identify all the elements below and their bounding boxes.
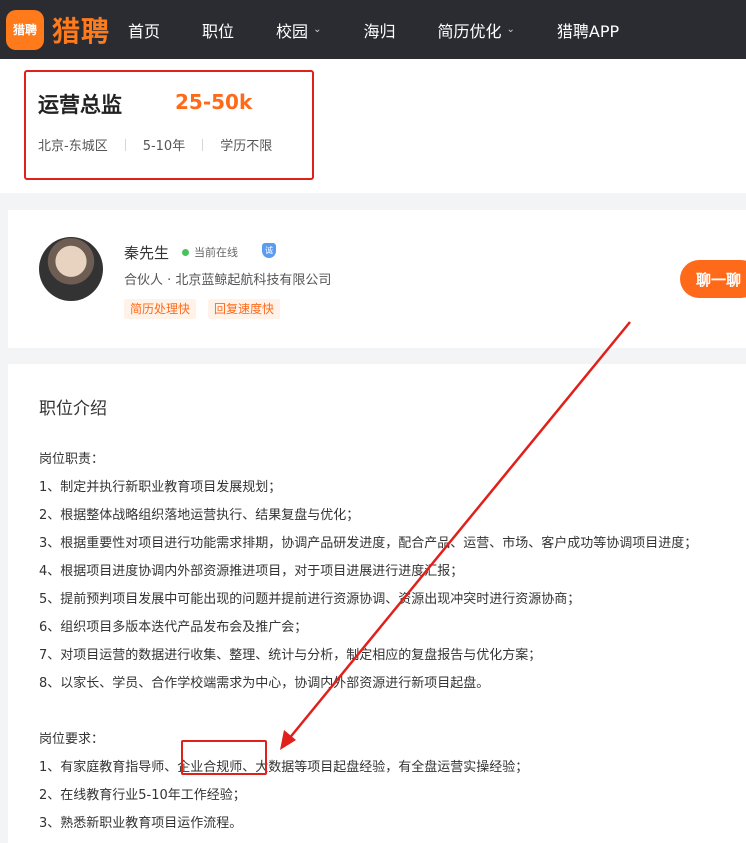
nav-item-app[interactable]: 猎聘APP: [557, 18, 619, 42]
nav-label: 职位: [202, 21, 235, 41]
recruiter-name: 秦先生: [124, 244, 170, 262]
nav-label: 猎聘APP: [556, 21, 620, 41]
annotation-box-highlight: [181, 740, 267, 775]
recruiter-company: 合伙人 · 北京蓝鲸起航科技有限公司: [124, 273, 332, 288]
job-meta: 北京-东城区 5-10年 学历不限: [38, 135, 272, 154]
avatar[interactable]: [39, 237, 103, 301]
job-header: 运营总监 25-50k 北京-东城区 5-10年 学历不限: [0, 59, 746, 193]
job-description: 职位介绍 岗位职责： 1、制定并执行新职业教育项目发展规划； 2、根据整体战略组…: [8, 364, 746, 843]
requirement-item: 3、熟悉新职业教育项目运作流程。: [39, 816, 243, 831]
duty-item: 2、根据整体战略组织落地运营执行、结果复盘与优化；: [39, 508, 360, 523]
job-education: 学历不限: [220, 139, 273, 154]
chevron-down-icon: ⌄: [506, 24, 515, 35]
verified-shield-icon: 诚: [262, 243, 276, 258]
job-experience: 5-10年: [142, 139, 186, 154]
duty-item: 8、以家长、学员、合作学校端需求为中心，协调内外部资源进行新项目起盘。: [39, 676, 490, 691]
recruiter-card: 秦先生 当前在线 诚 合伙人 · 北京蓝鲸起航科技有限公司 简历处理快 回复速度…: [8, 210, 746, 348]
online-status-label: 当前在线: [194, 246, 238, 259]
salary: 25-50k: [175, 90, 253, 114]
online-status: 当前在线: [182, 244, 238, 260]
job-location: 北京-东城区: [38, 139, 108, 154]
online-dot-icon: [182, 248, 189, 256]
duty-item: 5、提前预判项目发展中可能出现的问题并提前进行资源协调、资源出现冲突时进行资源协…: [39, 592, 581, 607]
tag-fast-processing: 简历处理快: [124, 299, 197, 319]
nav-item-overseas[interactable]: 海归: [363, 18, 395, 42]
requirements-heading: 岗位要求：: [39, 732, 105, 747]
duties-heading: 岗位职责：: [39, 452, 105, 467]
logo[interactable]: 猎聘 猎聘: [6, 9, 111, 50]
logo-icon: 猎聘: [6, 9, 44, 50]
duty-item: 4、根据项目进度协调内外部资源推进项目，对于项目进展进行进度汇报；: [39, 564, 464, 579]
requirement-item: 1、有家庭教育指导师、企业合规师、大数据等项目起盘经验，有全盘运营实操经验；: [39, 760, 529, 775]
nav-label: 校园: [276, 21, 309, 41]
job-title: 运营总监: [38, 93, 122, 117]
logo-text: 猎聘: [52, 14, 111, 48]
duty-item: 1、制定并执行新职业教育项目发展规划；: [39, 480, 282, 495]
requirement-item: 2、在线教育行业5-10年工作经验；: [39, 788, 246, 803]
duty-item: 6、组织项目多版本迭代产品发布会及推广会；: [39, 620, 308, 635]
divider: [202, 138, 204, 151]
nav-label: 海归: [363, 21, 396, 41]
annotation-box-title: [24, 70, 314, 180]
nav-item-resume[interactable]: 简历优化 ⌄: [437, 18, 514, 42]
chevron-down-icon: ⌄: [313, 24, 322, 35]
section-title: 职位介绍: [39, 399, 107, 419]
nav-label: 首页: [128, 21, 161, 41]
duty-item: 3、根据重要性对项目进行功能需求排期，协调产品研发进度，配合产品、运营、市场、客…: [39, 536, 698, 551]
chat-button[interactable]: 聊一聊: [680, 260, 746, 298]
nav-label: 简历优化: [437, 21, 502, 41]
tag-fast-reply: 回复速度快: [208, 299, 281, 319]
duty-item: 7、对项目运营的数据进行收集、整理、统计与分析，制定相应的复盘报告与优化方案；: [39, 648, 542, 663]
nav-item-jobs[interactable]: 职位: [202, 18, 234, 42]
top-nav: 猎聘 猎聘 首页 职位 校园 ⌄ 海归 简历优化 ⌄ 猎聘APP: [0, 0, 746, 59]
nav-item-home[interactable]: 首页: [128, 18, 160, 42]
divider: [124, 138, 126, 151]
nav-item-campus[interactable]: 校园 ⌄: [276, 18, 321, 42]
